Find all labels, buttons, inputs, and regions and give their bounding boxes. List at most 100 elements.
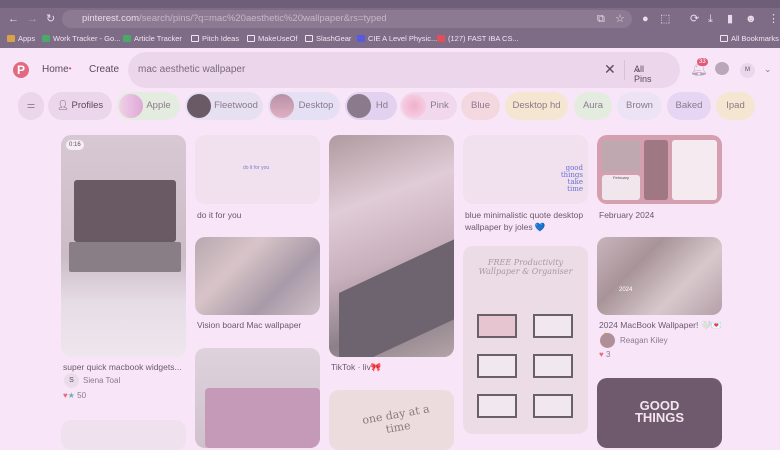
pin-title[interactable]: blue minimalistic quote desktop wallpape… xyxy=(465,209,590,233)
pin-one-day[interactable]: one day at a time xyxy=(329,390,454,450)
messages-icon[interactable] xyxy=(715,62,729,75)
calendar-tile: February xyxy=(602,175,640,200)
pin-laptop-pink[interactable] xyxy=(195,348,320,448)
sliders-icon: ⚌ xyxy=(26,100,36,111)
chip-desktop[interactable]: Desktop xyxy=(268,92,340,120)
chip-baked[interactable]: Baked xyxy=(667,92,711,120)
avatar[interactable]: M xyxy=(740,63,755,78)
chip-ipad[interactable]: Ipad xyxy=(716,92,755,120)
chip-thumbnail xyxy=(402,94,426,118)
image-text: FREE Productivity Wallpaper & Organiser xyxy=(478,258,573,276)
sheets-icon xyxy=(123,35,131,42)
pin-title[interactable]: super quick macbook widgets... xyxy=(63,361,188,373)
pin-title[interactable]: Vision board Mac wallpaper xyxy=(197,319,322,331)
notification-badge: 33 xyxy=(697,58,708,66)
laptop-thumbnail xyxy=(477,354,517,378)
chip-blue[interactable]: Blue xyxy=(461,92,500,120)
forward-icon[interactable]: → xyxy=(27,8,38,30)
bookmark-apps[interactable]: Apps xyxy=(7,30,35,48)
pin-author[interactable]: Reagan Kiley xyxy=(620,336,668,345)
star-icon: ★ xyxy=(67,391,75,400)
sidebar-icon[interactable]: ▮ xyxy=(727,8,733,30)
bookmarks-bar: Apps Work Tracker - Go... Article Tracke… xyxy=(0,30,780,48)
pin-vision-board[interactable] xyxy=(195,237,320,315)
chip-profiles[interactable]: 👤︎ Profiles xyxy=(48,92,112,120)
chip-desktop-hd[interactable]: Desktop hd xyxy=(505,92,568,120)
heart-icon: ♥ xyxy=(599,350,604,359)
bookmark-article-tracker[interactable]: Article Tracker xyxy=(123,30,182,48)
divider xyxy=(624,60,625,80)
pin-2024-macbook[interactable]: 2024 xyxy=(597,237,722,315)
pin-card[interactable] xyxy=(61,420,186,450)
image-text: 2024 xyxy=(619,287,633,293)
chip-hd[interactable]: Hd xyxy=(345,92,397,120)
image-text: GOOD THINGS xyxy=(634,398,685,425)
bookmark-fast-iba[interactable]: (127) FAST IBA CS... xyxy=(437,30,519,48)
author-avatar[interactable] xyxy=(600,333,615,348)
chip-aura[interactable]: Aura xyxy=(574,92,612,120)
all-pins-dropdown[interactable]: All Pins ⌄ xyxy=(634,64,652,84)
person-icon: 👤︎ xyxy=(56,100,69,111)
search-bar[interactable]: mac aesthetic wallpaper ✕ All Pins ⌄ xyxy=(128,52,680,88)
pin-title[interactable]: February 2024 xyxy=(599,209,724,221)
all-bookmarks[interactable]: All Bookmarks xyxy=(720,30,779,48)
youtube-icon xyxy=(437,35,445,42)
pin-tiktok-liv[interactable] xyxy=(329,135,454,357)
photo-tile xyxy=(602,140,640,172)
bookmark-slashgear[interactable]: SlashGear xyxy=(305,30,351,48)
chip-brown[interactable]: Brown xyxy=(617,92,662,120)
pin-macbook-widgets[interactable]: 0:16 xyxy=(61,135,186,357)
puzzle-icon[interactable]: ⬚ xyxy=(660,8,670,30)
chip-pink[interactable]: Pink xyxy=(400,92,457,120)
bookmark-pitch-ideas[interactable]: Pitch Ideas xyxy=(191,30,239,48)
url-input[interactable]: pinterest.com/search/pins/?q=mac%20aesth… xyxy=(62,10,632,28)
account-chevron-icon[interactable]: ⌄ xyxy=(764,64,772,75)
chip-thumbnail xyxy=(270,94,294,118)
star-icon[interactable]: ☆ xyxy=(615,8,625,30)
pin-productivity-wallpaper[interactable]: FREE Productivity Wallpaper & Organiser xyxy=(463,246,588,434)
pin-title[interactable]: TikTok · liv🎀 xyxy=(331,361,456,373)
laptop-thumbnail xyxy=(477,314,517,338)
laptop-keyboard xyxy=(69,242,181,272)
laptop-thumbnail xyxy=(533,394,573,418)
back-icon[interactable]: ← xyxy=(8,8,19,30)
sheets-icon xyxy=(42,35,50,42)
url-host: pinterest.com xyxy=(82,13,140,24)
url-path: /search/pins/?q=mac%20aesthetic%20wallpa… xyxy=(139,13,387,24)
pinterest-logo[interactable]: P xyxy=(13,62,29,78)
menu-icon[interactable]: ⋮ xyxy=(768,8,779,30)
reload-icon[interactable]: ↻ xyxy=(46,8,55,30)
laptop-keyboard xyxy=(339,237,454,357)
bookmark-makeuseof[interactable]: MakeUseOf xyxy=(247,30,298,48)
folder-icon xyxy=(191,35,199,42)
address-bar-row: ← → ↻ pinterest.com/search/pins/?q=mac%2… xyxy=(0,8,780,30)
nav-create[interactable]: Create xyxy=(89,64,119,75)
sync-icon[interactable]: ⟳ xyxy=(690,8,699,30)
author-avatar[interactable]: S xyxy=(64,373,79,388)
clear-search-icon[interactable]: ✕ xyxy=(604,61,616,78)
bookmark-cie-physics[interactable]: CIE A Level Physic... xyxy=(357,30,437,48)
install-icon[interactable]: ⧉ xyxy=(597,8,605,30)
nav-home[interactable]: Home• xyxy=(42,64,72,75)
image-text: do it for you xyxy=(243,165,270,171)
chip-fleetwood[interactable]: Fleetwood xyxy=(185,92,263,120)
filter-options-button[interactable]: ⚌ xyxy=(18,92,44,120)
pin-author[interactable]: Siena Toal xyxy=(83,376,120,385)
pin-february-2024[interactable]: February xyxy=(597,135,722,204)
search-input[interactable]: mac aesthetic wallpaper xyxy=(138,64,245,75)
video-duration-badge: 0:16 xyxy=(66,140,84,150)
photo-tile xyxy=(644,140,668,200)
extension-icon[interactable]: ● xyxy=(642,8,649,30)
chip-apple[interactable]: Apple xyxy=(117,92,180,120)
pin-do-it-for-you[interactable]: do it for you xyxy=(195,135,320,204)
pin-title[interactable]: do it for you xyxy=(197,209,322,221)
apps-grid-icon xyxy=(7,35,15,42)
laptop-thumbnail xyxy=(533,314,573,338)
bookmark-work-tracker[interactable]: Work Tracker - Go... xyxy=(42,30,120,48)
pin-good-things-take-time[interactable]: good things take time xyxy=(463,135,588,204)
folder-icon xyxy=(305,35,313,42)
download-icon[interactable]: ⤓ xyxy=(708,8,713,30)
laptop-screen xyxy=(74,180,176,242)
profile-icon[interactable]: ☻ xyxy=(745,8,757,30)
pin-reactions: ♥ 3 xyxy=(599,350,611,359)
